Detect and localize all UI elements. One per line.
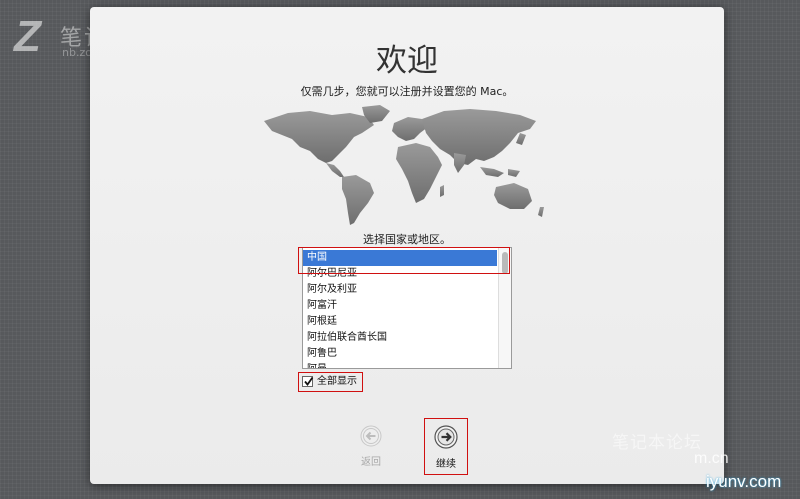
page-subtitle: 仅需几步，您就可以注册并设置您的 Mac。	[300, 85, 514, 98]
continue-button[interactable]: 继续	[424, 418, 468, 475]
back-button[interactable]: 返回	[354, 425, 388, 473]
watermark-bottom-right-text: 笔记本论坛	[612, 433, 702, 453]
watermark-bottom-right-site: iyunv.com	[706, 472, 782, 491]
list-item[interactable]: 阿尔巴尼亚	[303, 266, 497, 282]
country-prompt: 选择国家或地区。	[363, 233, 451, 246]
back-label: 返回	[361, 457, 381, 468]
watermark-logo: Z	[14, 12, 41, 61]
list-item[interactable]: 阿曼	[303, 362, 497, 368]
show-all-checkbox-row[interactable]: 全部显示	[298, 372, 363, 392]
continue-label: 继续	[436, 459, 456, 470]
checkmark-icon	[304, 376, 314, 386]
list-scrollbar[interactable]	[498, 248, 511, 368]
page-title: 欢迎	[376, 43, 438, 79]
arrow-left-circle-icon	[360, 425, 382, 447]
show-all-label: 全部显示	[317, 376, 357, 387]
watermark-bottom-right-domain: m.cn	[694, 450, 729, 467]
scrollbar-thumb[interactable]	[502, 252, 508, 274]
list-item[interactable]: 阿拉伯联合酋长国	[303, 330, 497, 346]
list-item[interactable]: 阿鲁巴	[303, 346, 497, 362]
world-map	[264, 105, 544, 225]
arrow-right-circle-icon	[434, 425, 458, 449]
setup-assistant-window: 欢迎 仅需几步，您就可以注册并设置您的 Mac。 选择国家或地区。 中国 阿尔巴…	[90, 7, 724, 484]
list-item[interactable]: 阿尔及利亚	[303, 282, 497, 298]
list-item[interactable]: 阿富汗	[303, 298, 497, 314]
country-list[interactable]: 中国 阿尔巴尼亚 阿尔及利亚 阿富汗 阿根廷 阿拉伯联合酋长国 阿鲁巴 阿曼	[302, 247, 512, 369]
list-item[interactable]: 中国	[303, 250, 497, 266]
show-all-checkbox[interactable]	[302, 376, 314, 387]
list-item[interactable]: 阿根廷	[303, 314, 497, 330]
